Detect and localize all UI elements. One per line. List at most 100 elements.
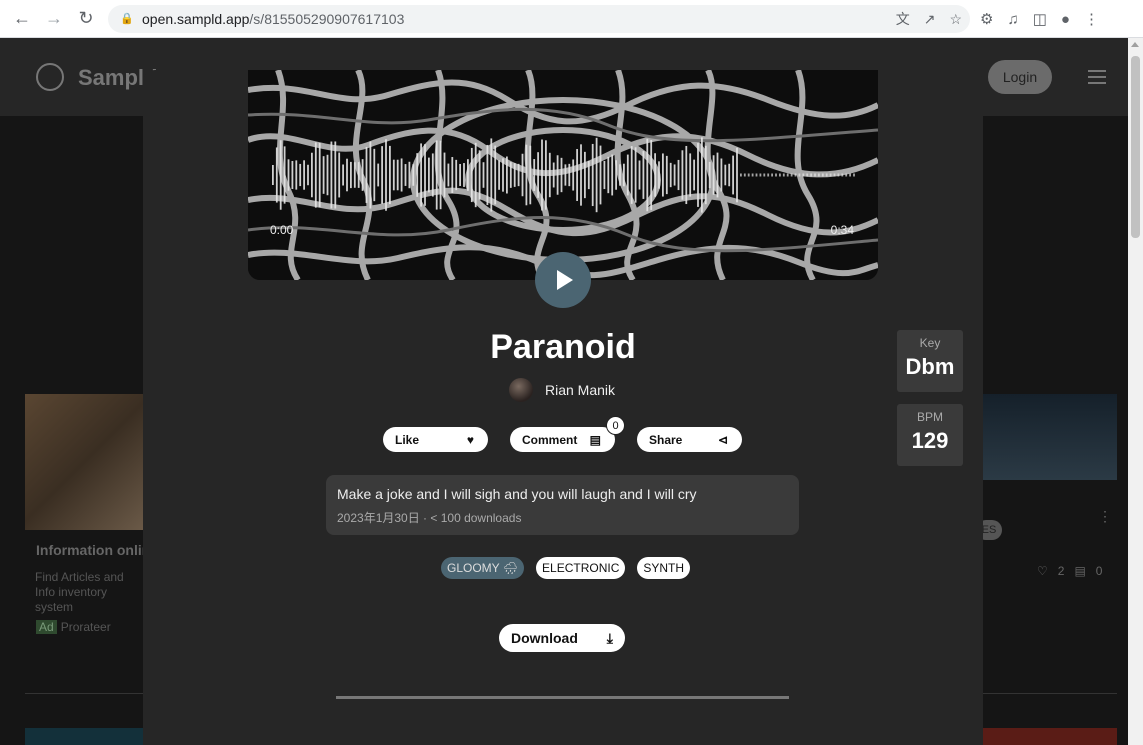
waveform-bar — [396, 159, 399, 191]
waveform-bar — [326, 154, 329, 196]
waveform-bar — [463, 163, 465, 187]
tag-electronic[interactable]: ELECTRONIC — [536, 557, 626, 579]
scrollbar-thumb[interactable] — [1131, 56, 1140, 238]
tag-gloomy[interactable]: GLOOMY 🌧 — [441, 557, 525, 579]
waveform-bar — [350, 161, 352, 189]
forward-icon[interactable]: → — [38, 3, 70, 35]
download-button[interactable]: Download ⤓ — [499, 624, 625, 652]
like-count: 2 — [1057, 564, 1065, 578]
waveform-bar — [303, 160, 305, 190]
waveform-bar — [677, 159, 680, 191]
heart-icon: ♥ — [466, 432, 474, 447]
url-host: open.sampld.app — [142, 11, 250, 27]
like-button[interactable]: Like ♥ — [383, 427, 488, 452]
waveform-bar — [431, 153, 434, 197]
bg-card-title[interactable]: Information onlin — [36, 542, 150, 558]
waveform-bar — [439, 140, 442, 210]
waveform-bar — [771, 173, 773, 177]
login-button[interactable]: Login — [988, 60, 1052, 94]
waveform-bar — [556, 155, 559, 195]
bg-card-image-bottom-left[interactable] — [25, 728, 143, 745]
cover-art-pattern — [248, 70, 878, 280]
waveform-bar — [587, 160, 590, 190]
waveform-bar — [385, 139, 387, 211]
waveform-bar — [786, 173, 789, 177]
waveform-bar — [548, 152, 551, 198]
comment-icon[interactable]: ▤ — [1074, 564, 1085, 578]
waveform-bar — [619, 164, 621, 186]
time-end: 0:34 — [830, 223, 854, 237]
waveform-bar — [841, 173, 844, 177]
waveform-bar — [279, 140, 282, 210]
waveform-bar — [708, 161, 711, 189]
tag-synth[interactable]: SYNTH — [637, 557, 691, 579]
scroll-up-arrow-icon[interactable] — [1131, 42, 1139, 47]
scrollbar[interactable] — [1128, 38, 1143, 745]
star-icon[interactable]: ☆ — [949, 11, 962, 28]
avatar[interactable] — [509, 378, 533, 402]
waveform-bar — [490, 138, 493, 212]
bg-card-image-right[interactable] — [983, 394, 1117, 480]
address-bar[interactable]: 🔒 open.sampld.app/s/815505290907617103 文… — [108, 5, 970, 33]
comment-button[interactable]: Comment ▤ — [510, 427, 615, 452]
profile-icon[interactable]: ● — [1061, 11, 1070, 28]
heart-icon[interactable]: ♡ — [1037, 564, 1048, 578]
bg-card-image-bottom-right[interactable] — [983, 728, 1117, 745]
waveform-bar — [584, 151, 586, 199]
reload-icon[interactable]: ↻ — [70, 3, 102, 35]
share-button[interactable]: Share ⊲ — [637, 427, 742, 452]
waveform-bar — [311, 152, 313, 198]
waveform-bar — [346, 158, 348, 192]
extensions-icon[interactable]: ⚙ — [980, 10, 993, 28]
comment-count-badge: 0 — [606, 416, 625, 435]
waveform-bar — [837, 173, 840, 177]
back-icon[interactable]: ← — [6, 3, 38, 35]
waveform-bar — [685, 145, 688, 205]
time-start: 0:00 — [270, 223, 294, 237]
waveform-bar — [334, 141, 337, 209]
waveform-bar — [377, 163, 380, 187]
share-icon[interactable]: ↗ — [924, 11, 936, 28]
waveform-bar — [443, 152, 446, 198]
waveform-bar — [853, 173, 855, 177]
bg-ad-line[interactable]: Ad Prorateer — [36, 620, 111, 634]
logo-icon[interactable] — [36, 63, 64, 91]
menu-icon[interactable] — [1088, 70, 1106, 84]
waveform-bar — [568, 163, 571, 187]
waveform-bar — [517, 163, 520, 187]
comment-icon: ▤ — [589, 432, 601, 447]
play-button[interactable] — [535, 252, 591, 308]
waveform-bar — [365, 147, 368, 203]
waveform-bar — [658, 161, 660, 189]
waveform-bar — [736, 147, 738, 203]
waveform-bar — [693, 159, 695, 191]
media-icon[interactable]: ♫ — [1007, 11, 1018, 28]
more-icon[interactable]: ⋮ — [1084, 10, 1099, 28]
waveform-bar — [307, 164, 309, 186]
waveform-bar — [275, 147, 278, 203]
bg-card-stats: ♡ 2 ▤ 0 — [1037, 564, 1102, 578]
waveform-bar — [716, 152, 719, 198]
waveform-bar — [790, 173, 793, 177]
waveform-bar — [603, 160, 606, 190]
waveform-bar — [400, 158, 403, 192]
waveform-bar — [572, 159, 575, 191]
download-label: Download — [511, 630, 578, 646]
waveform-bar — [272, 165, 274, 185]
browser-toolbar: ← → ↻ 🔒 open.sampld.app/s/81550529090761… — [0, 0, 1143, 38]
bg-card-image[interactable] — [25, 394, 145, 530]
waveform-bar — [533, 159, 536, 191]
waveform-bar — [513, 163, 516, 187]
artist-link[interactable]: Rian Manik — [509, 378, 615, 402]
waveform-bar — [552, 162, 555, 188]
lock-icon[interactable]: 🔒 — [120, 12, 134, 26]
waveform-bar — [712, 155, 715, 195]
page: Sampld Login Information onlin Find Arti… — [0, 38, 1128, 745]
waveform-bar — [373, 148, 376, 202]
kebab-menu-icon[interactable]: ⋮ — [1098, 508, 1112, 525]
artist-name[interactable]: Rian Manik — [545, 382, 615, 398]
url-text[interactable]: open.sampld.app/s/815505290907617103 — [142, 11, 404, 27]
sidepanel-icon[interactable]: ◫ — [1033, 10, 1047, 28]
translate-icon[interactable]: 文 — [896, 9, 910, 29]
waveform-bar — [318, 142, 321, 208]
